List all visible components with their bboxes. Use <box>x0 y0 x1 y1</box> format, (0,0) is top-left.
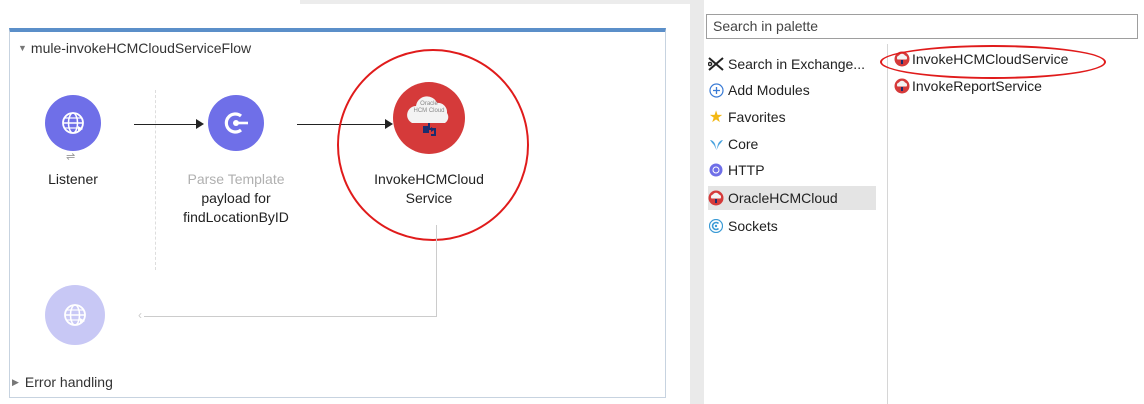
module-add-modules[interactable]: Add Modules <box>708 78 810 102</box>
template-icon <box>224 112 248 134</box>
star-icon: ★ <box>708 109 724 126</box>
return-arrow-head: ‹ <box>138 308 142 322</box>
reconnect-icon: ⇌ <box>66 151 76 163</box>
error-handling-row[interactable]: ▶ Error handling <box>12 374 113 390</box>
operations-list: InvokeHCMCloudService InvokeReportServic… <box>880 44 1144 404</box>
flow-name: mule-invokeHCMCloudServiceFlow <box>30 40 252 56</box>
module-http[interactable]: HTTP <box>708 158 765 182</box>
flow-container[interactable]: ▼ mule-invokeHCMCloudServiceFlow ⇌ Liste… <box>9 28 666 398</box>
canvas-top-strip <box>300 0 690 4</box>
globe-icon <box>64 304 86 326</box>
arrow-head <box>196 119 204 129</box>
module-label: Favorites <box>728 109 786 125</box>
panel-divider[interactable] <box>690 0 704 404</box>
highlight-ring <box>880 45 1106 79</box>
highlight-ring <box>337 49 529 241</box>
plus-circle-icon <box>708 82 724 98</box>
module-oraclehcmcloud[interactable]: OracleHCMCloud <box>708 186 876 210</box>
modules-list: Search in Exchange... Add Modules ★ Favo… <box>704 44 888 404</box>
mule-palette: Search in palette Search in Exchange... … <box>704 0 1144 404</box>
globe-icon <box>62 112 84 134</box>
sockets-icon <box>708 218 724 234</box>
module-search-exchange[interactable]: Search in Exchange... <box>708 52 865 76</box>
module-label: OracleHCMCloud <box>728 190 838 206</box>
flow-canvas: ▼ mule-invokeHCMCloudServiceFlow ⇌ Liste… <box>0 0 690 404</box>
module-label: Search in Exchange... <box>728 56 865 72</box>
error-handling-label: Error handling <box>24 374 113 390</box>
module-favorites[interactable]: ★ Favorites <box>708 105 786 129</box>
oracle-icon <box>894 78 910 94</box>
module-label: Add Modules <box>728 82 810 98</box>
module-core[interactable]: Core <box>708 132 758 156</box>
parse-template-label: payload for findLocationByID <box>183 190 289 225</box>
module-label: Core <box>728 136 759 152</box>
module-label: Sockets <box>728 218 778 234</box>
return-path <box>144 316 436 317</box>
module-label: HTTP <box>728 162 765 178</box>
mule-icon <box>708 136 724 152</box>
operation-label: InvokeReportService <box>912 78 1042 94</box>
palette-search-input[interactable]: Search in palette <box>706 14 1138 39</box>
parse-template-node[interactable] <box>208 95 264 151</box>
http-icon <box>708 162 724 178</box>
oracle-icon <box>708 190 724 206</box>
listener-node[interactable] <box>45 95 101 151</box>
parse-template-type-label: Parse Template <box>187 171 285 187</box>
flow-header[interactable]: ▼ mule-invokeHCMCloudServiceFlow <box>18 40 251 56</box>
module-sockets[interactable]: Sockets <box>708 214 778 238</box>
connector-arrow <box>134 124 196 125</box>
source-separator <box>155 90 156 270</box>
expand-triangle-icon[interactable]: ▶ <box>12 377 19 388</box>
exchange-icon <box>708 56 724 72</box>
operation-invoke-report[interactable]: InvokeReportService <box>894 78 1042 94</box>
listener-response-node[interactable] <box>45 285 105 345</box>
listener-label: Listener <box>48 171 98 187</box>
collapse-triangle-icon[interactable]: ▼ <box>18 43 27 53</box>
return-path <box>436 225 437 317</box>
